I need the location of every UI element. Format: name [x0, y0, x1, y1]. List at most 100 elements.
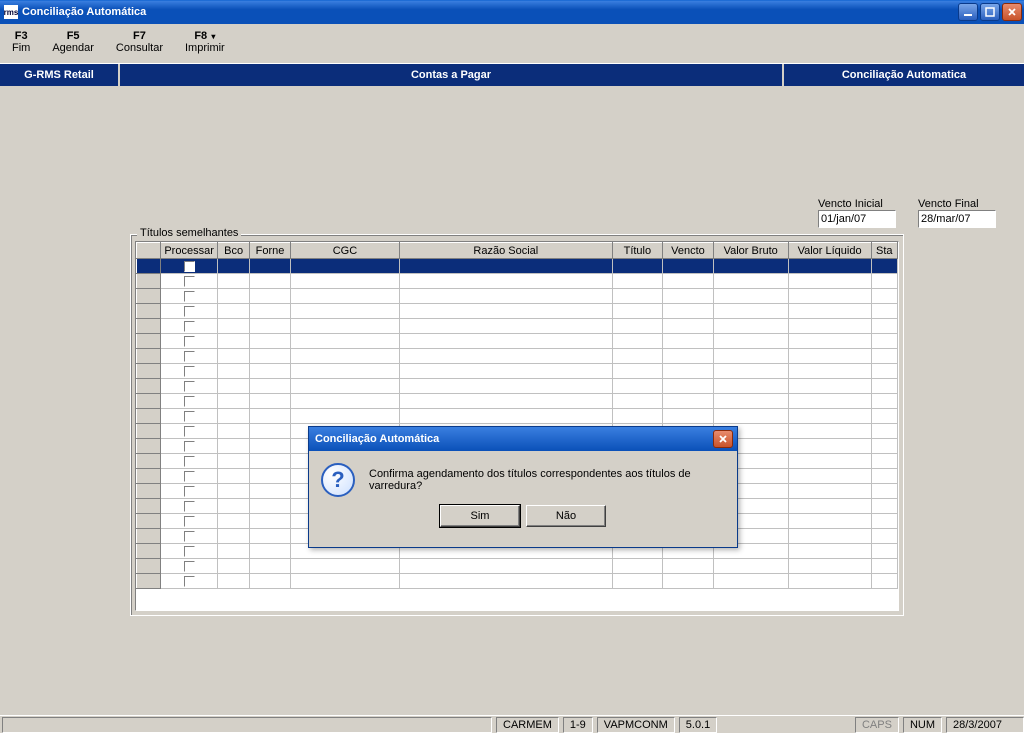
grid-cell[interactable]: [663, 259, 714, 274]
grid-cell[interactable]: [612, 304, 663, 319]
row-header-cell[interactable]: [137, 544, 161, 559]
grid-cell[interactable]: [400, 574, 613, 589]
processar-checkbox[interactable]: [184, 501, 195, 512]
grid-cell[interactable]: [400, 379, 613, 394]
row-header-cell[interactable]: [137, 364, 161, 379]
grid-cell[interactable]: [663, 559, 714, 574]
col-sta[interactable]: Sta: [871, 243, 897, 259]
grid-cell[interactable]: [612, 409, 663, 424]
processar-checkbox[interactable]: [184, 456, 195, 467]
grid-cell[interactable]: [788, 544, 871, 559]
grid-cell[interactable]: [788, 469, 871, 484]
grid-cell[interactable]: [250, 514, 290, 529]
table-row[interactable]: [137, 259, 898, 274]
grid-cell[interactable]: [788, 304, 871, 319]
vencto-final-input[interactable]: [918, 210, 996, 228]
grid-cell[interactable]: [250, 544, 290, 559]
grid-cell[interactable]: [250, 559, 290, 574]
grid-cell[interactable]: [400, 349, 613, 364]
processar-checkbox[interactable]: [184, 366, 195, 377]
grid-cell[interactable]: [250, 289, 290, 304]
grid-cell[interactable]: [871, 409, 897, 424]
table-row[interactable]: [137, 319, 898, 334]
processar-checkbox[interactable]: [184, 321, 195, 332]
grid-cell[interactable]: [217, 439, 249, 454]
grid-cell[interactable]: [871, 364, 897, 379]
grid-cell[interactable]: [788, 559, 871, 574]
row-header-cell[interactable]: [137, 274, 161, 289]
processar-cell[interactable]: [161, 514, 218, 529]
grid-cell[interactable]: [290, 259, 399, 274]
col-valor-liquido[interactable]: Valor Líquido: [788, 243, 871, 259]
processar-cell[interactable]: [161, 544, 218, 559]
row-header-cell[interactable]: [137, 379, 161, 394]
col-forne[interactable]: Forne: [250, 243, 290, 259]
row-header-cell[interactable]: [137, 394, 161, 409]
grid-cell[interactable]: [217, 424, 249, 439]
processar-cell[interactable]: [161, 334, 218, 349]
grid-cell[interactable]: [871, 439, 897, 454]
close-button[interactable]: [1002, 3, 1022, 21]
col-razao-social[interactable]: Razão Social: [400, 243, 613, 259]
processar-cell[interactable]: [161, 394, 218, 409]
dialog-no-button[interactable]: Não: [526, 505, 606, 527]
col-titulo[interactable]: Título: [612, 243, 663, 259]
grid-cell[interactable]: [400, 364, 613, 379]
table-row[interactable]: [137, 379, 898, 394]
table-row[interactable]: [137, 574, 898, 589]
row-header-cell[interactable]: [137, 319, 161, 334]
table-row[interactable]: [137, 334, 898, 349]
grid-cell[interactable]: [871, 319, 897, 334]
grid-cell[interactable]: [250, 574, 290, 589]
row-header-cell[interactable]: [137, 469, 161, 484]
grid-cell[interactable]: [871, 514, 897, 529]
col-cgc[interactable]: CGC: [290, 243, 399, 259]
dialog-yes-button[interactable]: Sim: [440, 505, 520, 527]
grid-cell[interactable]: [250, 409, 290, 424]
grid-cell[interactable]: [713, 574, 788, 589]
processar-checkbox[interactable]: [184, 531, 195, 542]
grid-cell[interactable]: [250, 334, 290, 349]
grid-cell[interactable]: [217, 304, 249, 319]
grid-cell[interactable]: [250, 319, 290, 334]
grid-cell[interactable]: [217, 274, 249, 289]
processar-checkbox[interactable]: [184, 546, 195, 557]
grid-cell[interactable]: [788, 289, 871, 304]
grid-cell[interactable]: [217, 289, 249, 304]
row-header-cell[interactable]: [137, 349, 161, 364]
col-valor-bruto[interactable]: Valor Bruto: [713, 243, 788, 259]
grid-cell[interactable]: [250, 529, 290, 544]
grid-cell[interactable]: [290, 364, 399, 379]
row-header-cell[interactable]: [137, 514, 161, 529]
processar-cell[interactable]: [161, 484, 218, 499]
table-row[interactable]: [137, 274, 898, 289]
row-header-cell[interactable]: [137, 499, 161, 514]
grid-cell[interactable]: [871, 289, 897, 304]
processar-cell[interactable]: [161, 439, 218, 454]
grid-cell[interactable]: [788, 334, 871, 349]
grid-cell[interactable]: [290, 394, 399, 409]
grid-cell[interactable]: [612, 394, 663, 409]
grid-cell[interactable]: [663, 334, 714, 349]
grid-cell[interactable]: [290, 289, 399, 304]
processar-cell[interactable]: [161, 469, 218, 484]
processar-cell[interactable]: [161, 304, 218, 319]
processar-checkbox[interactable]: [184, 561, 195, 572]
grid-cell[interactable]: [250, 484, 290, 499]
minimize-button[interactable]: [958, 3, 978, 21]
grid-cell[interactable]: [250, 454, 290, 469]
grid-cell[interactable]: [871, 469, 897, 484]
grid-cell[interactable]: [871, 334, 897, 349]
grid-cell[interactable]: [217, 469, 249, 484]
col-vencto[interactable]: Vencto: [663, 243, 714, 259]
grid-cell[interactable]: [788, 454, 871, 469]
grid-cell[interactable]: [217, 334, 249, 349]
row-header-cell[interactable]: [137, 259, 161, 274]
grid-cell[interactable]: [217, 379, 249, 394]
grid-cell[interactable]: [290, 574, 399, 589]
row-header-cell[interactable]: [137, 439, 161, 454]
grid-cell[interactable]: [250, 499, 290, 514]
processar-cell[interactable]: [161, 274, 218, 289]
row-header-cell[interactable]: [137, 484, 161, 499]
grid-cell[interactable]: [612, 289, 663, 304]
